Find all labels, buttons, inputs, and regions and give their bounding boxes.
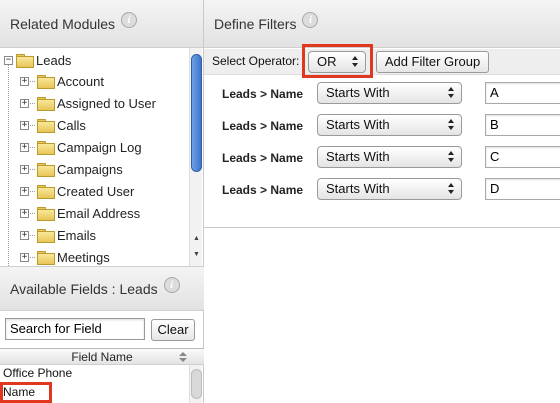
filter-operator-select[interactable]: Starts With: [317, 178, 462, 200]
fields-table: Field Name Office Phone Name: [0, 348, 204, 403]
tree-dots: [30, 168, 35, 170]
filter-field-label: Leads > Name: [222, 119, 304, 133]
scroll-up-icon[interactable]: ▲: [190, 234, 203, 244]
expand-icon[interactable]: +: [20, 208, 29, 218]
tree-node-email-address[interactable]: + Email Address: [20, 202, 140, 224]
tree-dots: [30, 102, 35, 104]
sort-icon[interactable]: [179, 352, 188, 362]
scroll-down-icon[interactable]: ▼: [190, 250, 203, 260]
tree-node-leads[interactable]: − Leads: [4, 49, 71, 71]
select-arrows-icon: [448, 118, 455, 132]
highlight-box-name: [0, 382, 52, 403]
filter-field-label: Leads > Name: [222, 87, 304, 101]
tree-node-label[interactable]: Campaign Log: [57, 140, 142, 155]
expand-icon[interactable]: +: [20, 230, 29, 240]
tree-dots: [30, 124, 35, 126]
tree-node-label[interactable]: Assigned to User: [57, 96, 156, 111]
define-filters-header: Define Filters i: [204, 0, 560, 48]
select-arrows-icon: [448, 86, 455, 100]
tree-node-account[interactable]: + Account: [20, 70, 104, 92]
available-fields-header: Available Fields : Leads i: [0, 266, 204, 311]
expand-icon[interactable]: +: [20, 120, 29, 130]
tree-dots: [30, 190, 35, 192]
filter-operator-value: Starts With: [326, 117, 390, 132]
folder-icon: [37, 229, 55, 243]
tree-dots: [30, 80, 35, 82]
tree-node-emails[interactable]: + Emails: [20, 224, 96, 246]
field-row-office-phone[interactable]: Office Phone: [3, 366, 72, 380]
related-modules-title: Related Modules: [10, 15, 116, 32]
tree-node-label[interactable]: Leads: [36, 53, 71, 68]
operator-label: Select Operator:: [212, 54, 300, 68]
add-filter-group-button[interactable]: Add Filter Group: [376, 51, 489, 73]
folder-icon: [37, 207, 55, 221]
folder-icon: [37, 75, 55, 89]
filter-field-label: Leads > Name: [222, 183, 304, 197]
filter-value-input[interactable]: B: [485, 114, 560, 136]
field-search-input[interactable]: Search for Field: [5, 318, 145, 340]
tree-node-label[interactable]: Email Address: [57, 206, 140, 221]
fields-scroll-thumb[interactable]: [191, 369, 202, 399]
tree-node-label[interactable]: Campaigns: [57, 162, 123, 177]
tree-dots: [30, 146, 35, 148]
related-modules-tree: − Leads + Account + Assigned to User + C…: [0, 48, 204, 266]
field-name-column-header[interactable]: Field Name: [0, 348, 204, 365]
filter-value-input[interactable]: A: [485, 82, 560, 104]
filter-operator-select[interactable]: Starts With: [317, 146, 462, 168]
tree-node-created-user[interactable]: + Created User: [20, 180, 134, 202]
column-header-label: Field Name: [71, 350, 133, 364]
expand-icon[interactable]: +: [20, 186, 29, 196]
tree-dots: [30, 212, 35, 214]
info-icon[interactable]: i: [121, 11, 138, 28]
select-arrows-icon: [448, 182, 455, 196]
highlight-box-operator: [302, 44, 373, 78]
info-icon[interactable]: i: [302, 11, 319, 28]
clear-button[interactable]: Clear: [151, 319, 195, 341]
filter-operator-value: Starts With: [326, 85, 390, 100]
filter-operator-select[interactable]: Starts With: [317, 82, 462, 104]
folder-icon: [37, 141, 55, 155]
folder-icon: [37, 119, 55, 133]
filter-operator-value: Starts With: [326, 181, 390, 196]
folder-icon: [37, 251, 55, 265]
tree-node-campaigns[interactable]: + Campaigns: [20, 158, 123, 180]
define-filters-title: Define Filters: [214, 15, 297, 32]
filter-value-input[interactable]: C: [485, 146, 560, 168]
filter-operator-select[interactable]: Starts With: [317, 114, 462, 136]
expand-icon[interactable]: +: [20, 164, 29, 174]
tree-scroll-thumb[interactable]: [191, 54, 202, 172]
tree-connector-line: [8, 62, 9, 266]
folder-icon: [37, 163, 55, 177]
filter-value-input[interactable]: D: [485, 178, 560, 200]
tree-node-label[interactable]: Created User: [57, 184, 134, 199]
info-icon[interactable]: i: [163, 276, 180, 293]
tree-node-meetings[interactable]: + Meetings: [20, 246, 110, 266]
tree-node-label[interactable]: Meetings: [57, 250, 110, 265]
folder-icon: [37, 97, 55, 111]
tree-dots: [30, 256, 35, 258]
folder-icon: [37, 185, 55, 199]
available-fields-title: Available Fields : Leads: [10, 280, 158, 297]
filter-field-label: Leads > Name: [222, 151, 304, 165]
related-modules-header: Related Modules i: [0, 0, 203, 48]
folder-open-icon: [16, 54, 34, 68]
tree-node-calls[interactable]: + Calls: [20, 114, 86, 136]
filter-operator-value: Starts With: [326, 149, 390, 164]
tree-dots: [30, 234, 35, 236]
tree-node-campaign-log[interactable]: + Campaign Log: [20, 136, 142, 158]
tree-node-label[interactable]: Calls: [57, 118, 86, 133]
expand-icon[interactable]: +: [20, 252, 29, 262]
expand-icon[interactable]: +: [20, 76, 29, 86]
select-arrows-icon: [448, 150, 455, 164]
fields-scrollbar[interactable]: [189, 365, 202, 403]
tree-node-label[interactable]: Account: [57, 74, 104, 89]
tree-scrollbar[interactable]: ▲ ▼: [189, 48, 202, 266]
collapse-icon[interactable]: −: [4, 55, 13, 65]
tree-node-assigned-to-user[interactable]: + Assigned to User: [20, 92, 156, 114]
tree-node-label[interactable]: Emails: [57, 228, 96, 243]
left-panel: Related Modules i − Leads + Account + As…: [0, 0, 204, 403]
expand-icon[interactable]: +: [20, 98, 29, 108]
field-search-row: Search for Field Clear: [0, 312, 204, 348]
expand-icon[interactable]: +: [20, 142, 29, 152]
